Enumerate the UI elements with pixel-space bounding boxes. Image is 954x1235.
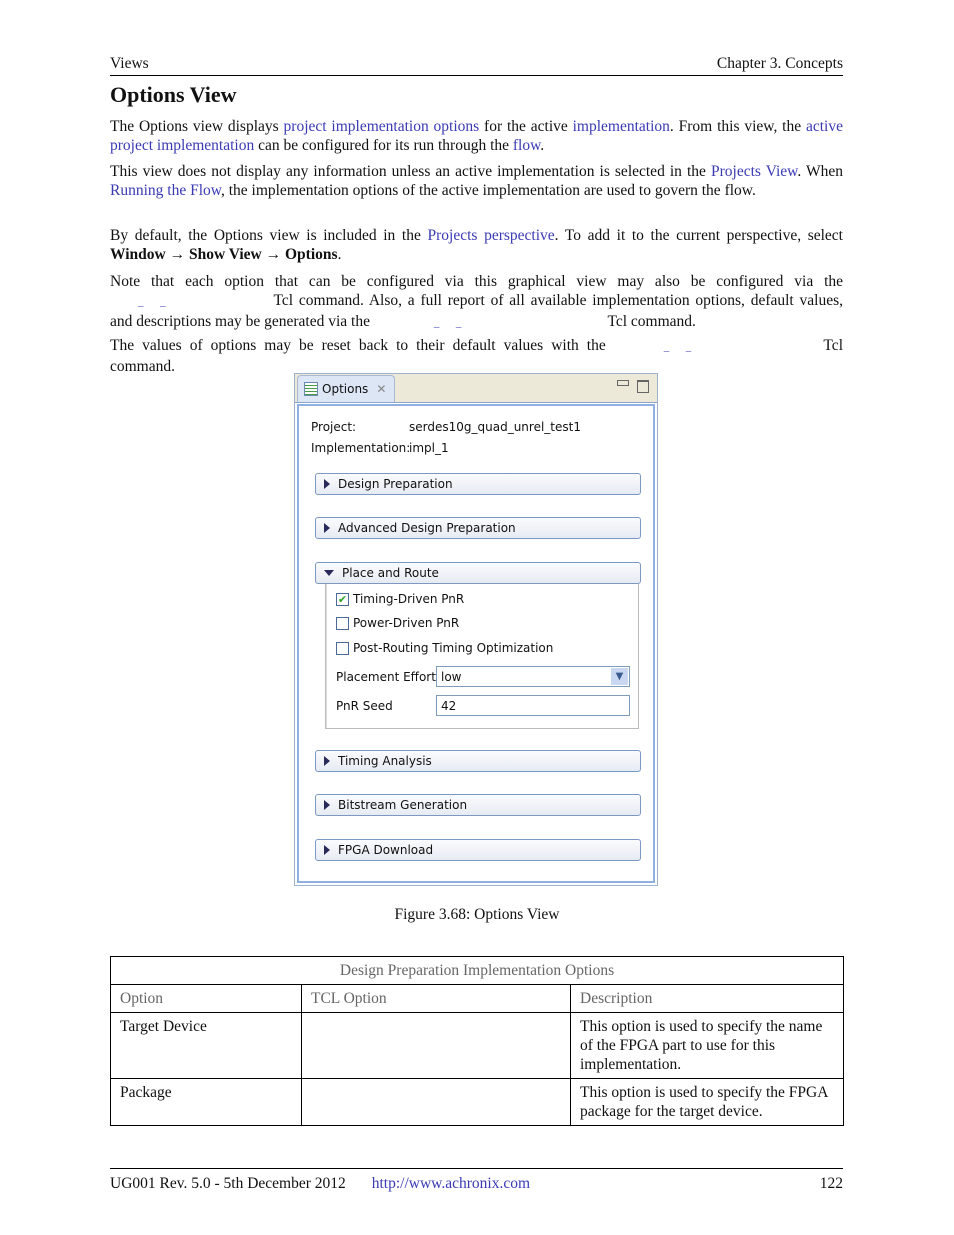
page-footer: UG001 Rev. 5.0 - 5th December 2012 http:…: [110, 1168, 843, 1193]
checkbox-power-driven-pnr[interactable]: Power-Driven PnR: [336, 616, 459, 630]
options-view-screenshot: Options ✕ Project: serdes10g_quad_unrel_…: [294, 373, 658, 886]
expand-arrow-icon: [324, 800, 330, 810]
chevron-down-icon[interactable]: ▼: [611, 668, 628, 685]
pnr-seed-label: PnR Seed: [336, 699, 393, 713]
tcl-report-command-link[interactable]: _ _: [374, 314, 604, 333]
implementation-value: impl_1: [409, 441, 449, 455]
column-header: TCL Option: [301, 984, 571, 1013]
link-running-the-flow[interactable]: Running the Flow: [110, 182, 221, 199]
running-header: Views Chapter 3. Concepts: [110, 55, 843, 76]
section-timing-analysis[interactable]: Timing Analysis: [315, 750, 641, 772]
paragraph-default: By default, the Options view is included…: [110, 227, 843, 263]
placement-effort-select[interactable]: low ▼: [436, 666, 630, 687]
expand-arrow-icon: [324, 845, 330, 855]
expand-arrow-icon: [324, 479, 330, 489]
project-value: serdes10g_quad_unrel_test1: [409, 420, 581, 434]
column-header: Option: [110, 984, 302, 1013]
page-number: 122: [819, 1175, 843, 1192]
tcl-reset-command-link[interactable]: _ _: [614, 338, 816, 357]
paragraph-intro: The Options view displays project implem…: [110, 118, 843, 154]
footer-website-link[interactable]: http://www.achronix.com: [372, 1175, 530, 1193]
tab-options[interactable]: Options ✕: [297, 375, 395, 402]
section-place-and-route[interactable]: Place and Route: [315, 562, 641, 584]
minimize-icon[interactable]: [617, 380, 629, 386]
paragraph-tcl: Note that each option that can be config…: [110, 272, 843, 333]
figure-caption: Figure 3.68: Options View: [394, 906, 560, 923]
column-header: Description: [570, 984, 844, 1013]
header-section: Views: [110, 55, 149, 72]
section-fpga-download[interactable]: FPGA Download: [315, 839, 641, 861]
collapse-arrow-icon: [324, 570, 334, 576]
expand-arrow-icon: [324, 756, 330, 766]
document-page: Views Chapter 3. Concepts Options View T…: [0, 0, 954, 1235]
paragraph-active: This view does not display any informati…: [110, 163, 844, 199]
section-title: Options View: [110, 82, 237, 107]
link-projects-view[interactable]: Projects View: [711, 163, 797, 180]
options-list-icon: [304, 382, 318, 396]
close-icon[interactable]: ✕: [376, 382, 386, 396]
pnr-seed-input[interactable]: 42: [436, 695, 630, 716]
link-implementation[interactable]: implementation: [573, 118, 670, 135]
checkbox-checked[interactable]: ✔: [336, 592, 349, 606]
link-project-implementation-options[interactable]: project implementation options: [284, 118, 480, 135]
link-flow[interactable]: flow: [513, 137, 540, 154]
options-table: Design Preparation Implementation Option…: [110, 956, 844, 1126]
placement-effort-label: Placement Effort: [336, 670, 436, 684]
footer-revision: UG001 Rev. 5.0 - 5th December 2012: [110, 1175, 346, 1192]
section-bitstream-generation[interactable]: Bitstream Generation: [315, 794, 641, 816]
checkbox-post-routing-timing-optimization[interactable]: Post-Routing Timing Optimization: [336, 641, 553, 655]
place-and-route-panel: ✔ Timing-Driven PnR Power-Driven PnR Post…: [325, 584, 639, 729]
maximize-icon[interactable]: [637, 380, 649, 393]
expand-arrow-icon: [324, 523, 330, 533]
project-label: Project:: [311, 420, 357, 434]
section-design-preparation[interactable]: Design Preparation: [315, 473, 641, 495]
section-advanced-design-preparation[interactable]: Advanced Design Preparation: [315, 517, 641, 539]
checkbox-timing-driven-pnr[interactable]: ✔ Timing-Driven PnR: [336, 592, 464, 606]
implementation-label: Implementation:: [311, 441, 411, 455]
header-chapter: Chapter 3. Concepts: [716, 55, 843, 72]
table-row: Target Device This option is used to spe…: [110, 1012, 844, 1079]
tcl-command-link[interactable]: _ _: [110, 293, 268, 312]
table-title: Design Preparation Implementation Option…: [110, 956, 844, 985]
paragraph-reset: The values of options may be reset back …: [110, 337, 843, 375]
table-row: Package This option is used to specify t…: [110, 1078, 844, 1126]
link-projects-perspective[interactable]: Projects perspective: [428, 227, 555, 244]
